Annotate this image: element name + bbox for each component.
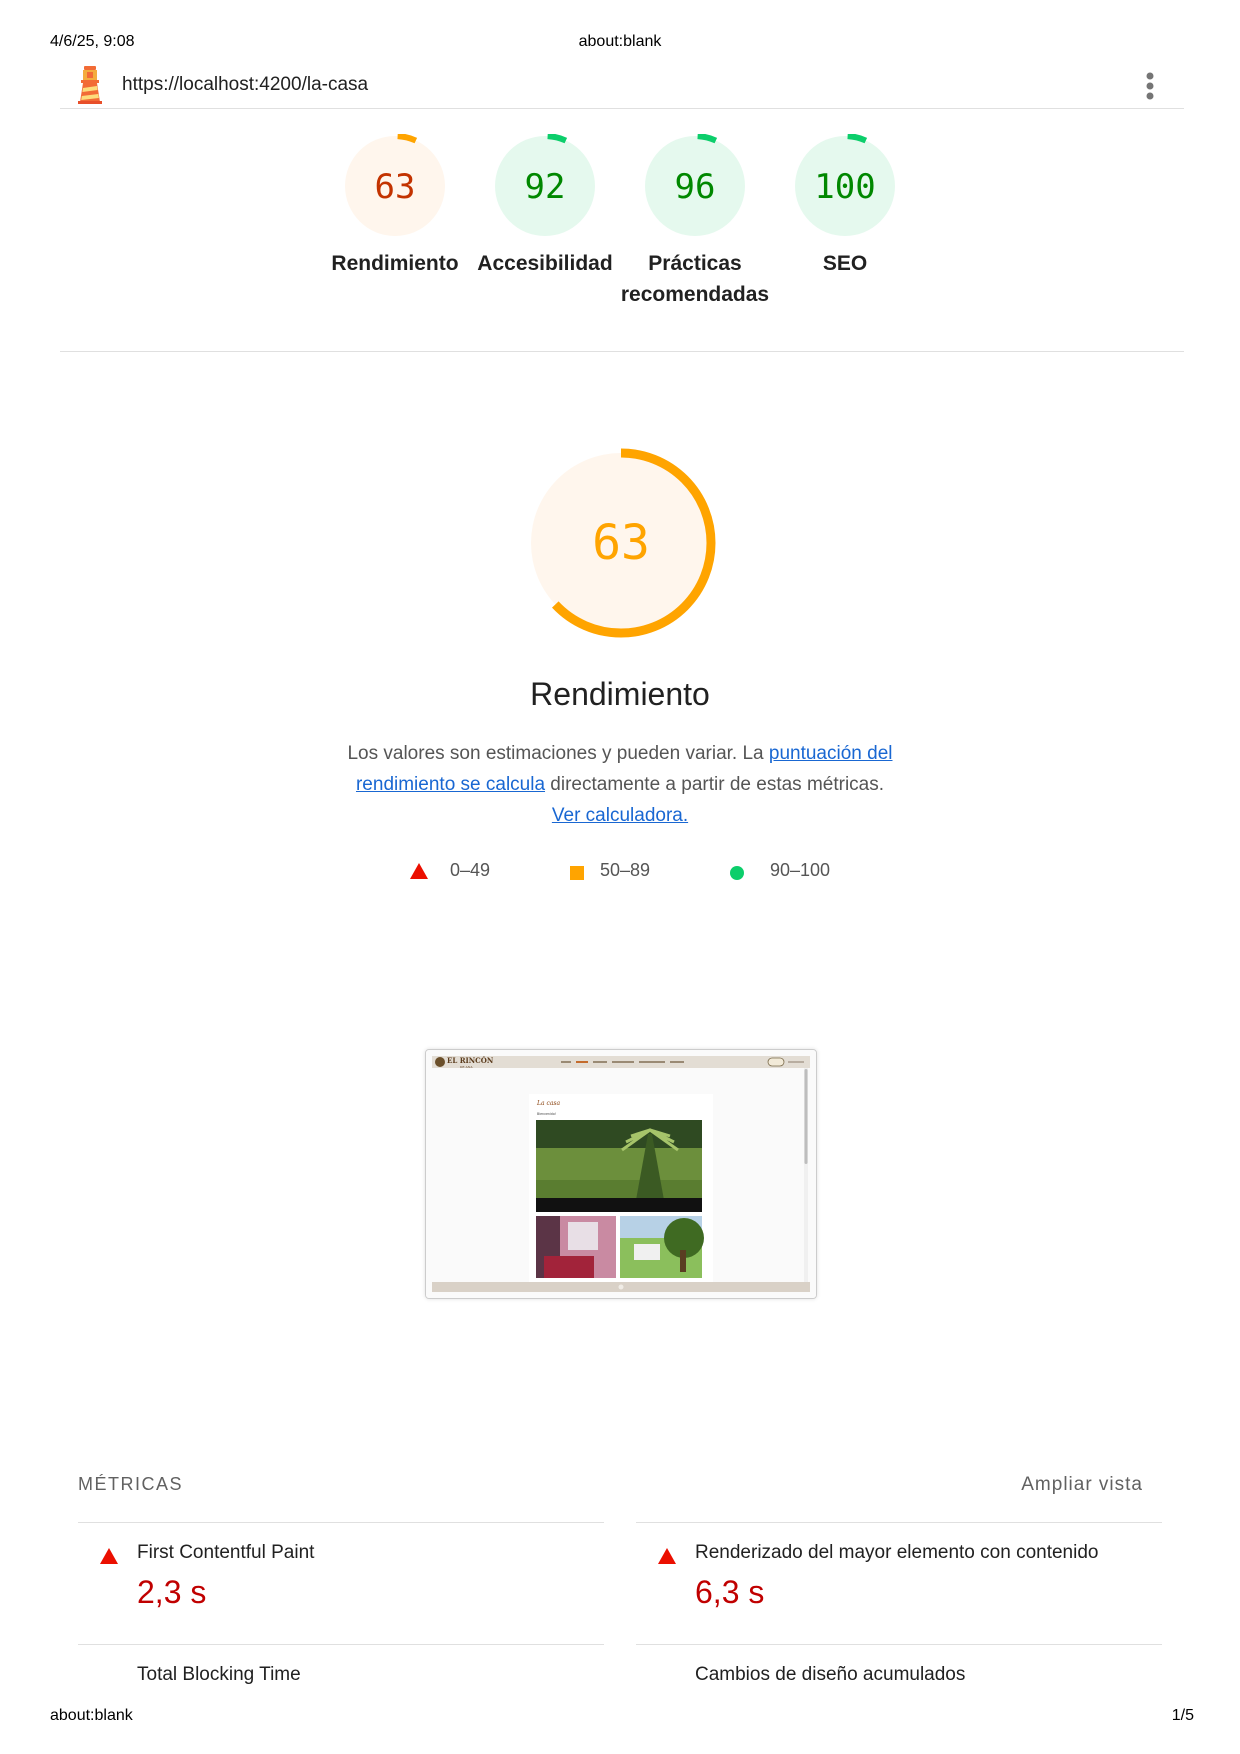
kebab-menu-icon[interactable] bbox=[1146, 72, 1154, 100]
calculator-link[interactable]: Ver calculadora. bbox=[552, 805, 688, 826]
final-screenshot: EL RINCÓN DE ANA La casa Bienvenido! bbox=[425, 1049, 817, 1299]
category-gauges: 63 Rendimiento 92 Accesibilidad 96 Práct… bbox=[320, 134, 920, 334]
average-square-icon bbox=[570, 866, 584, 880]
gauge-performance[interactable]: 63 Rendimiento bbox=[320, 134, 470, 279]
metric-divider bbox=[636, 1522, 1162, 1523]
legend-range: 0–49 bbox=[450, 860, 491, 880]
desc-text-2: directamente a partir de estas métricas. bbox=[545, 774, 885, 795]
legend-range: 90–100 bbox=[770, 860, 831, 880]
fail-triangle-icon bbox=[658, 1548, 676, 1564]
metric-tbt: Total Blocking Time bbox=[78, 1664, 604, 1696]
metric-value: 2,3 s bbox=[137, 1574, 207, 1610]
metric-title: Cambios de diseño acumulados bbox=[695, 1664, 966, 1685]
fail-triangle-icon bbox=[100, 1548, 118, 1564]
gauge-ring: 100 bbox=[793, 134, 897, 238]
gauge-label: Accesibilidad bbox=[477, 252, 613, 275]
gauge-seo[interactable]: 100 SEO bbox=[770, 134, 920, 279]
metrics-header: MÉTRICAS bbox=[78, 1474, 184, 1494]
section-divider bbox=[60, 351, 1184, 352]
print-page-number: 1/5 bbox=[1171, 1707, 1194, 1724]
gauge-score: 63 bbox=[375, 167, 416, 207]
metric-title: Total Blocking Time bbox=[137, 1664, 301, 1685]
gauge-ring: 92 bbox=[493, 134, 597, 238]
gauge-score: 96 bbox=[675, 167, 716, 207]
pass-circle-icon bbox=[730, 866, 744, 880]
gauge-ring: 96 bbox=[643, 134, 747, 238]
metric-title: Renderizado del mayor elemento con conte… bbox=[695, 1542, 1099, 1563]
performance-score: 63 bbox=[592, 515, 650, 571]
report-url: https://localhost:4200/la-casa bbox=[122, 74, 369, 95]
metric-title: First Contentful Paint bbox=[137, 1542, 315, 1563]
gauge-label: SEO bbox=[822, 252, 868, 275]
desc-text-1: Los valores son estimaciones y pueden va… bbox=[347, 743, 769, 764]
thumb-site-name: EL RINCÓN bbox=[447, 1056, 494, 1065]
lighthouse-icon bbox=[78, 66, 102, 104]
metric-lcp: Renderizado del mayor elemento con conte… bbox=[636, 1542, 1162, 1642]
metric-divider bbox=[78, 1644, 604, 1645]
gauge-score: 100 bbox=[814, 167, 875, 207]
thumb-intro: Bienvenido! bbox=[537, 1112, 556, 1116]
metric-fcp: First Contentful Paint 2,3 s bbox=[78, 1542, 604, 1642]
print-footer-url: about:blank bbox=[50, 1707, 133, 1724]
metric-cls: Cambios de diseño acumulados bbox=[636, 1664, 1162, 1696]
performance-score-gauge: 63 bbox=[526, 448, 716, 638]
thumb-heading: La casa bbox=[536, 1100, 560, 1107]
gauge-score: 92 bbox=[525, 167, 566, 207]
print-title: about:blank bbox=[578, 33, 662, 50]
metric-divider bbox=[78, 1522, 604, 1523]
metric-divider bbox=[636, 1644, 1162, 1645]
fail-triangle-icon bbox=[410, 863, 428, 879]
thumb-site-sub: DE ANA bbox=[460, 1065, 473, 1069]
performance-description: Los valores son estimaciones y pueden va… bbox=[340, 738, 900, 831]
gauge-best-practices[interactable]: 96 Prácticas recomendadas bbox=[620, 134, 770, 310]
metric-value: 6,3 s bbox=[695, 1574, 765, 1610]
legend-range: 50–89 bbox=[600, 860, 651, 880]
performance-title: Rendimiento bbox=[530, 676, 710, 712]
gauge-accessibility[interactable]: 92 Accesibilidad bbox=[470, 134, 620, 279]
gauge-label: Prácticas recomendadas bbox=[620, 252, 770, 306]
report-topbar: https://localhost:4200/la-casa bbox=[60, 62, 1184, 109]
gauge-ring: 63 bbox=[343, 134, 447, 238]
gauge-label: Rendimiento bbox=[331, 252, 459, 275]
expand-view-toggle[interactable]: Ampliar vista bbox=[1021, 1474, 1143, 1496]
page-thumbnail: EL RINCÓN DE ANA La casa Bienvenido! bbox=[426, 1050, 816, 1298]
